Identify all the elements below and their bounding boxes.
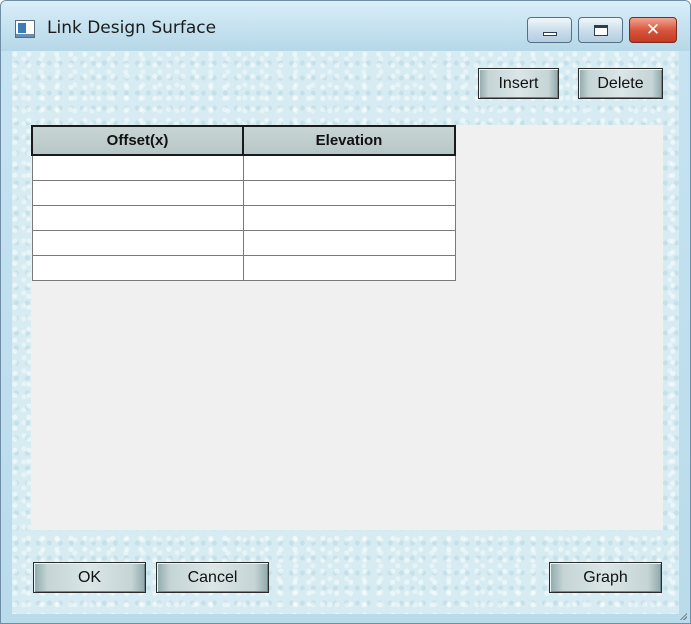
header-row: Offset(x) Elevation (31, 125, 456, 156)
delete-button[interactable]: Delete (578, 68, 663, 99)
cancel-button[interactable]: Cancel (156, 562, 269, 593)
table-cell-elevation[interactable] (242, 154, 456, 181)
table-cell-elevation[interactable] (242, 254, 456, 281)
table-row (31, 229, 456, 256)
minimize-button[interactable] (527, 17, 572, 43)
ok-button[interactable]: OK (33, 562, 146, 593)
data-grid: Offset(x) Elevation (31, 125, 456, 281)
graph-button[interactable]: Graph (549, 562, 662, 593)
close-button[interactable]: ✕ (629, 17, 677, 43)
table-cell-offset[interactable] (31, 229, 244, 256)
column-header-offset[interactable]: Offset(x) (31, 125, 244, 156)
table-row (31, 204, 456, 231)
resize-grip-icon[interactable] (679, 612, 687, 620)
table-row (31, 154, 456, 181)
insert-button[interactable]: Insert (478, 68, 559, 99)
table-cell-elevation[interactable] (242, 229, 456, 256)
table-cell-elevation[interactable] (242, 204, 456, 231)
table-cell-offset[interactable] (31, 179, 244, 206)
app-window-icon[interactable] (15, 20, 35, 38)
table-cell-offset[interactable] (31, 154, 244, 181)
table-cell-offset[interactable] (31, 204, 244, 231)
window-title: Link Design Surface (47, 18, 217, 38)
column-header-elevation[interactable]: Elevation (242, 125, 456, 156)
minimize-icon (542, 32, 557, 36)
title-bar[interactable]: Link Design Surface ✕ (1, 1, 690, 51)
table-cell-offset[interactable] (31, 254, 244, 281)
dialog-window: Link Design Surface ✕ Insert Delete Offs… (0, 0, 691, 624)
table-cell-elevation[interactable] (242, 179, 456, 206)
maximize-icon (593, 24, 608, 36)
maximize-button[interactable] (578, 17, 623, 43)
data-grid-area: Offset(x) Elevation (31, 125, 663, 530)
close-icon: ✕ (645, 19, 661, 40)
table-row (31, 179, 456, 206)
table-row (31, 254, 456, 281)
